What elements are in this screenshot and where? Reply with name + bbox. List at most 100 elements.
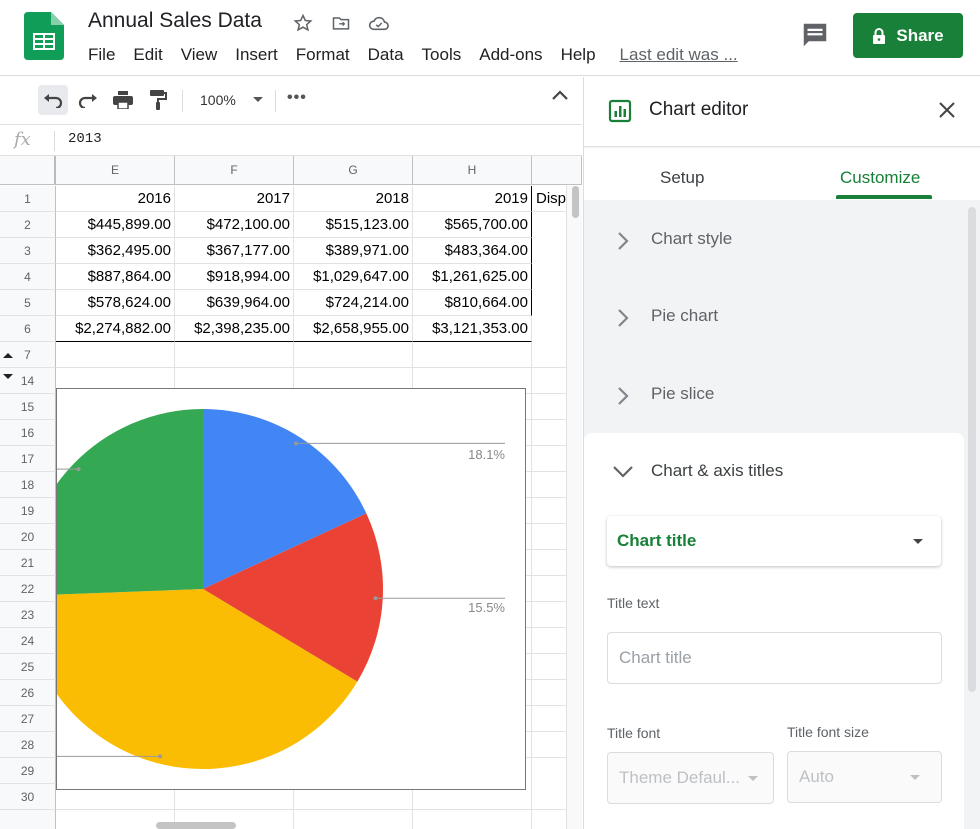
- horizontal-scroll-thumb[interactable]: [156, 822, 236, 829]
- row-header-2[interactable]: 2: [0, 212, 56, 238]
- menu-addons[interactable]: Add-ons: [479, 45, 542, 65]
- cell-e5[interactable]: $578,624.00: [56, 290, 175, 316]
- paint-format-button[interactable]: [143, 85, 173, 115]
- cell-f3[interactable]: $367,177.00: [175, 238, 294, 264]
- menu-file[interactable]: File: [88, 45, 115, 65]
- cell-g5[interactable]: $724,214.00: [294, 290, 413, 316]
- cell-e4[interactable]: $887,864.00: [56, 264, 175, 290]
- pie-chart[interactable]: 18.1% 15.5%: [56, 388, 526, 790]
- section-chart-style[interactable]: Chart style: [584, 229, 964, 299]
- section-label[interactable]: Chart & axis titles: [651, 461, 783, 481]
- column-header-e[interactable]: E: [56, 156, 175, 185]
- cell-h4[interactable]: $1,261,625.00: [413, 264, 532, 290]
- tab-setup[interactable]: Setup: [660, 168, 704, 188]
- formula-input[interactable]: 2013: [68, 131, 102, 147]
- chevron-down-icon[interactable]: [612, 465, 634, 479]
- row-header[interactable]: 21: [0, 550, 56, 576]
- menu-edit[interactable]: Edit: [133, 45, 162, 65]
- row-header[interactable]: 19: [0, 498, 56, 524]
- star-icon[interactable]: [292, 12, 314, 34]
- section-pie-chart[interactable]: Pie chart: [584, 306, 964, 376]
- share-button[interactable]: Share: [853, 13, 963, 58]
- row-header[interactable]: 20: [0, 524, 56, 550]
- cell-e2[interactable]: $445,899.00: [56, 212, 175, 238]
- title-font-size-select[interactable]: Auto: [787, 751, 942, 803]
- cell-g1[interactable]: 2018: [294, 186, 413, 212]
- cell-h2[interactable]: $565,700.00: [413, 212, 532, 238]
- cell-f5[interactable]: $639,964.00: [175, 290, 294, 316]
- row-header[interactable]: 30: [0, 784, 56, 810]
- title-text-input[interactable]: Chart title: [607, 632, 942, 684]
- menu-tools[interactable]: Tools: [422, 45, 462, 65]
- menu-data[interactable]: Data: [368, 45, 404, 65]
- print-button[interactable]: [108, 85, 138, 115]
- cell-h3[interactable]: $483,364.00: [413, 238, 532, 264]
- row-header[interactable]: 27: [0, 706, 56, 732]
- cell-g6[interactable]: $2,658,955.00: [294, 316, 413, 342]
- row-header-1[interactable]: 1: [0, 186, 56, 212]
- zoom-select[interactable]: 100%: [200, 92, 236, 108]
- row-header-5[interactable]: 5: [0, 290, 56, 316]
- redo-button[interactable]: [73, 85, 103, 115]
- title-type-select[interactable]: Chart title: [607, 516, 941, 566]
- cell-e1[interactable]: 2016: [56, 186, 175, 212]
- tab-customize[interactable]: Customize: [840, 168, 920, 188]
- cell-e3[interactable]: $362,495.00: [56, 238, 175, 264]
- cell-h5[interactable]: $810,664.00: [413, 290, 532, 316]
- cell-f1[interactable]: 2017: [175, 186, 294, 212]
- comment-icon[interactable]: [800, 20, 830, 50]
- cell-h1[interactable]: 2019: [413, 186, 532, 212]
- select-all-corner[interactable]: [0, 156, 56, 185]
- menu-help[interactable]: Help: [561, 45, 596, 65]
- menu-format[interactable]: Format: [296, 45, 350, 65]
- cell-f4[interactable]: $918,994.00: [175, 264, 294, 290]
- document-title[interactable]: Annual Sales Data: [88, 9, 262, 33]
- cell-g3[interactable]: $389,971.00: [294, 238, 413, 264]
- more-options-button[interactable]: •••: [287, 89, 307, 107]
- row-header[interactable]: 22: [0, 576, 56, 602]
- vertical-scrollbar[interactable]: [566, 186, 582, 829]
- row-header-14[interactable]: 14: [0, 368, 56, 394]
- row-header[interactable]: 17: [0, 446, 56, 472]
- row-header[interactable]: 24: [0, 628, 56, 654]
- zoom-dropdown-icon[interactable]: [253, 97, 263, 102]
- menu-view[interactable]: View: [181, 45, 218, 65]
- column-header-g[interactable]: G: [294, 156, 413, 185]
- cell-h6[interactable]: $3,121,353.00: [413, 316, 532, 342]
- row-header[interactable]: 16: [0, 420, 56, 446]
- sheets-logo-icon[interactable]: [24, 12, 64, 60]
- cell-g2[interactable]: $515,123.00: [294, 212, 413, 238]
- row-header[interactable]: 25: [0, 654, 56, 680]
- undo-button[interactable]: [38, 85, 68, 115]
- row-header[interactable]: 26: [0, 680, 56, 706]
- row-header-6[interactable]: 6: [0, 316, 56, 342]
- cell-e6[interactable]: $2,274,882.00: [56, 316, 175, 342]
- last-edit-link[interactable]: Last edit was ...: [620, 45, 738, 65]
- column-header-i[interactable]: [532, 156, 582, 185]
- cell-g4[interactable]: $1,029,647.00: [294, 264, 413, 290]
- cloud-saved-icon[interactable]: [368, 12, 390, 34]
- column-header-f[interactable]: F: [175, 156, 294, 185]
- row-header-4[interactable]: 4: [0, 264, 56, 290]
- title-font-select[interactable]: Theme Defaul...: [607, 752, 774, 804]
- cell-f2[interactable]: $472,100.00: [175, 212, 294, 238]
- spreadsheet-grid[interactable]: E F G H 1 2016 2017 2018 2019 Disp 2 $44…: [0, 156, 582, 829]
- move-folder-icon[interactable]: [330, 12, 352, 34]
- pie-slice-green[interactable]: [57, 409, 203, 596]
- row-header[interactable]: 15: [0, 394, 56, 420]
- row-header[interactable]: 29: [0, 758, 56, 784]
- row-header-3[interactable]: 3: [0, 238, 56, 264]
- unhide-rows-up-icon[interactable]: [3, 353, 13, 358]
- unhide-rows-down-icon[interactable]: [3, 374, 13, 379]
- collapse-toolbar-icon[interactable]: [550, 88, 570, 102]
- row-header[interactable]: 23: [0, 602, 56, 628]
- column-header-h[interactable]: H: [413, 156, 532, 185]
- row-header[interactable]: 28: [0, 732, 56, 758]
- cell-f6[interactable]: $2,398,235.00: [175, 316, 294, 342]
- close-icon[interactable]: [938, 101, 956, 119]
- row-header[interactable]: [0, 810, 56, 829]
- panel-scrollbar[interactable]: [968, 207, 976, 692]
- vertical-scroll-thumb[interactable]: [572, 186, 579, 218]
- row-header[interactable]: 18: [0, 472, 56, 498]
- menu-insert[interactable]: Insert: [235, 45, 278, 65]
